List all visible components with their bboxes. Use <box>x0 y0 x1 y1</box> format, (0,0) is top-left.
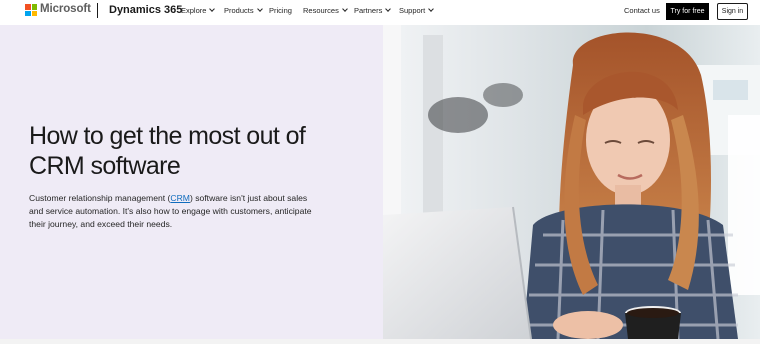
hero-description: Customer relationship management (CRM) s… <box>29 192 319 231</box>
try-for-free-button[interactable]: Try for free <box>666 3 709 20</box>
chevron-down-icon <box>209 6 216 12</box>
nav-resources-label: Resources <box>303 6 339 15</box>
microsoft-logo-icon[interactable] <box>25 4 37 16</box>
hero-text-panel <box>0 25 383 339</box>
nav-resources[interactable]: Resources <box>303 6 348 15</box>
nav-products-label: Products <box>224 6 254 15</box>
crm-link[interactable]: CRM <box>170 193 190 203</box>
nav-explore-label: Explore <box>181 6 207 15</box>
nav-explore[interactable]: Explore <box>181 6 216 15</box>
page-bottom-strip <box>0 339 760 344</box>
chevron-down-icon <box>385 6 392 12</box>
nav-partners-label: Partners <box>354 6 383 15</box>
sign-in-button[interactable]: Sign in <box>717 3 748 20</box>
chevron-down-icon <box>342 6 348 12</box>
hero-desc-before: Customer relationship management ( <box>29 193 171 203</box>
nav-pricing[interactable]: Pricing <box>269 6 292 15</box>
nav-partners[interactable]: Partners <box>354 6 392 15</box>
brand-name[interactable]: Microsoft <box>40 3 91 15</box>
chevron-down-icon <box>428 6 435 12</box>
contact-us-link[interactable]: Contact us <box>624 6 660 15</box>
header-divider <box>97 3 98 18</box>
hero-image <box>383 25 760 339</box>
photo-woman-laptop-icon <box>383 25 760 339</box>
hero-title: How to get the most out of CRM software <box>29 122 306 180</box>
nav-pricing-label: Pricing <box>269 6 292 15</box>
site-header: Microsoft Dynamics 365 Explore Products … <box>0 0 760 25</box>
chevron-down-icon <box>256 6 263 12</box>
product-name[interactable]: Dynamics 365 <box>109 4 182 16</box>
nav-products[interactable]: Products <box>224 6 263 15</box>
nav-support[interactable]: Support <box>399 6 435 15</box>
nav-support-label: Support <box>399 6 426 15</box>
